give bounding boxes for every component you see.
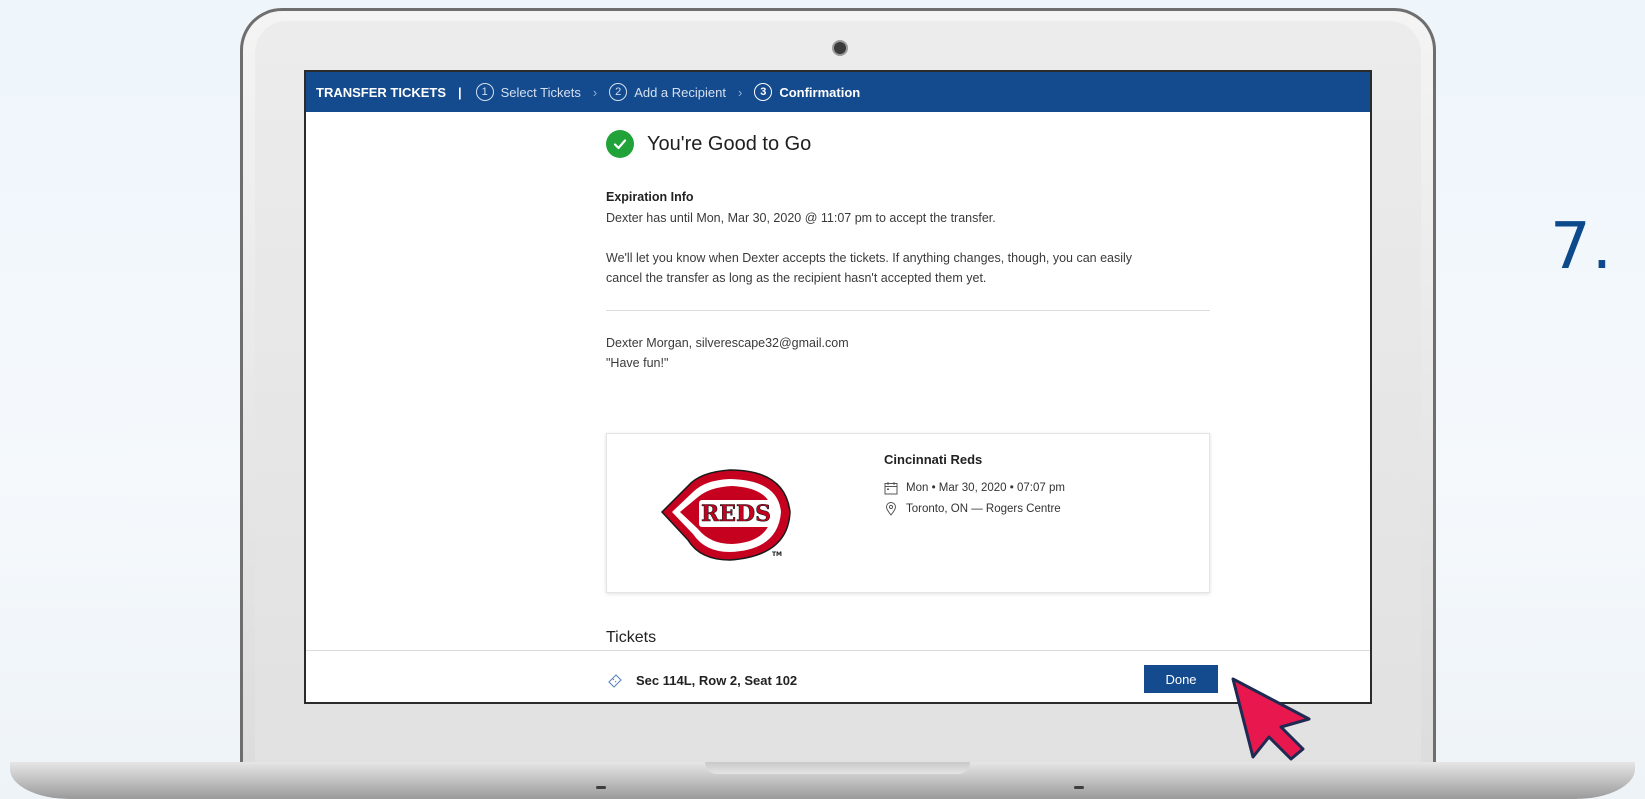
reds-logo-tm: TM	[772, 551, 782, 558]
step-add-recipient[interactable]: 2 Add a Recipient	[609, 83, 726, 101]
step-number-circle: 3	[754, 83, 773, 101]
step-label: Add a Recipient	[634, 84, 726, 100]
confirmation-title: You're Good to Go	[647, 132, 812, 155]
step-label: Confirmation	[779, 84, 861, 100]
step-number: 7.	[1550, 210, 1614, 284]
header-separator: |	[458, 84, 462, 100]
location-pin-icon	[885, 502, 897, 516]
laptop-hinge-notch	[705, 762, 970, 774]
transfer-title: TRANSFER TICKETS	[316, 84, 446, 100]
event-venue-row: Toronto, ON — Rogers Centre	[884, 502, 1061, 516]
notice-line-2: cancel the transfer as long as the recip…	[606, 271, 987, 285]
event-venue: Toronto, ON — Rogers Centre	[906, 503, 1061, 515]
step-confirmation[interactable]: 3 Confirmation	[754, 83, 860, 101]
reds-logo: REDS TM	[660, 469, 791, 561]
done-button[interactable]: Done	[1144, 665, 1218, 693]
event-card: REDS TM Cincinnati Reds Mon • Mar 30, 20…	[606, 433, 1210, 593]
footer-bar: Done	[306, 650, 1370, 702]
step-number-circle: 2	[609, 83, 628, 101]
transfer-header: TRANSFER TICKETS | 1 Select Tickets › 2 …	[306, 72, 1370, 112]
webcam	[832, 40, 848, 56]
event-team-name: Cincinnati Reds	[884, 452, 983, 467]
chevron-right-icon: ›	[737, 84, 743, 100]
laptop-screen: TRANSFER TICKETS | 1 Select Tickets › 2 …	[304, 70, 1372, 704]
expiration-heading: Expiration Info	[606, 190, 694, 204]
divider	[606, 310, 1210, 311]
event-date-row: Mon • Mar 30, 2020 • 07:07 pm	[884, 481, 1065, 495]
calendar-icon	[884, 482, 898, 495]
step-select-tickets[interactable]: 1 Select Tickets	[475, 83, 581, 101]
reds-logo-text: REDS	[701, 501, 771, 527]
recipient-info: Dexter Morgan, silverescape32@gmail.com	[606, 336, 849, 350]
step-number-circle: 1	[475, 83, 494, 101]
step-label: Select Tickets	[500, 84, 581, 100]
tickets-heading: Tickets	[606, 629, 657, 646]
confirmation-content: You're Good to Go Expiration Info Dexter…	[606, 130, 1210, 688]
success-check-icon	[606, 130, 634, 158]
confirmation-headline: You're Good to Go	[606, 130, 1210, 158]
chevron-right-icon: ›	[592, 84, 598, 100]
event-date: Mon • Mar 30, 2020 • 07:07 pm	[906, 482, 1065, 494]
expiration-text: Dexter has until Mon, Mar 30, 2020 @ 11:…	[606, 211, 996, 225]
laptop-foot	[596, 786, 606, 789]
notice-line-1: We'll let you know when Dexter accepts t…	[606, 251, 1133, 265]
laptop-foot	[1074, 786, 1084, 789]
cursor-pointer-icon	[1231, 677, 1311, 761]
recipient-message: "Have fun!"	[606, 356, 669, 370]
